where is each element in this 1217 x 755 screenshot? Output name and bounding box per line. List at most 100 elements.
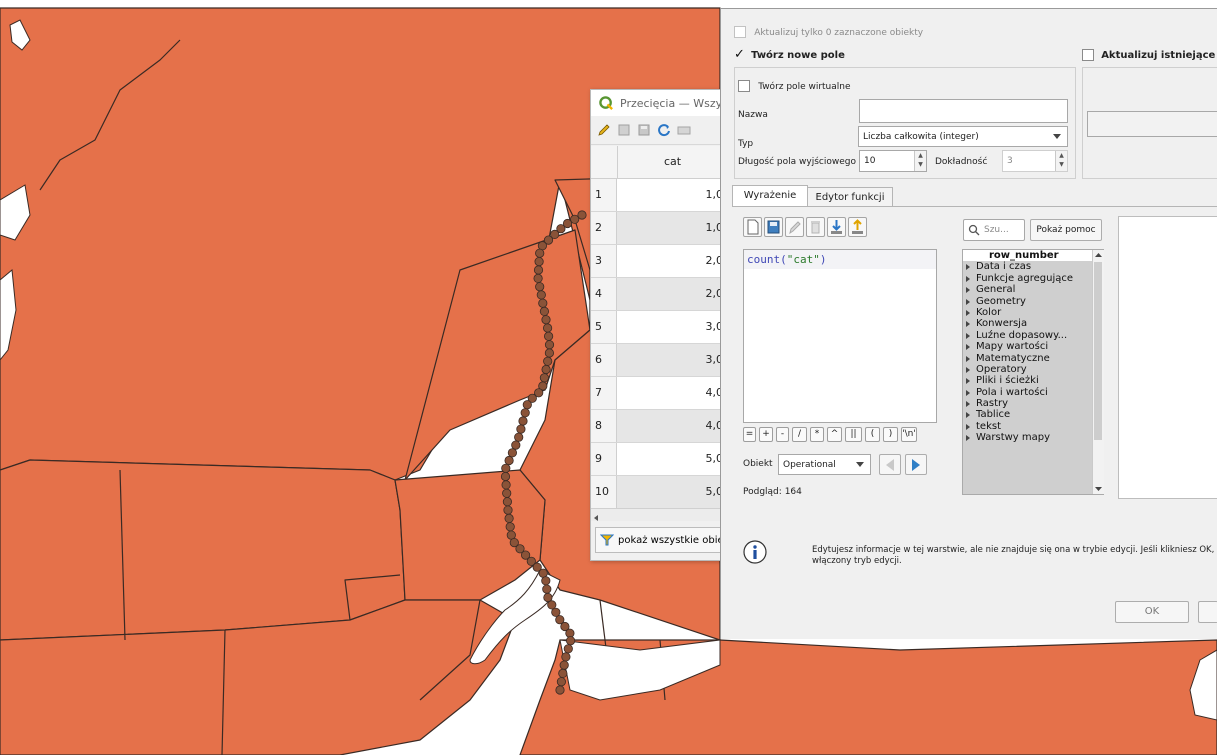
field-length-spinbox[interactable]: 10 ▲ ▼ (859, 150, 927, 172)
table-row[interactable]: 8 4,0 (591, 410, 727, 443)
function-group-item[interactable]: tekst (963, 421, 1103, 432)
cell-cat[interactable]: 4,0 (617, 410, 727, 442)
operator-button[interactable]: ( (865, 427, 880, 442)
edit-expression-button[interactable] (785, 217, 804, 237)
cell-cat[interactable]: 3,0 (617, 344, 727, 376)
attribute-table-window[interactable]: Przecięcia — Wszys cat 1 1,0 2 1,0 3 2,0 4 2,0 5… (590, 89, 728, 561)
save-icon[interactable] (637, 123, 651, 137)
checkmark-icon[interactable]: ✓ (734, 47, 745, 62)
table-corner[interactable] (591, 146, 618, 178)
function-group-item[interactable]: Warstwy mapy (963, 432, 1103, 443)
existing-field-select[interactable] (1087, 111, 1217, 137)
update-existing-row[interactable]: Aktualizuj istniejące pole (1082, 49, 1217, 61)
update-selected-row[interactable]: Aktualizuj tylko 0 zaznaczone obiekty (734, 26, 923, 38)
virtual-field-checkbox[interactable] (738, 80, 750, 92)
cancel-button[interactable] (1198, 601, 1217, 623)
next-feature-button[interactable] (905, 454, 927, 475)
operator-button[interactable]: ) (883, 427, 898, 442)
row-number[interactable]: 10 (591, 476, 617, 508)
expand-arrow-icon[interactable] (966, 412, 970, 419)
export-expression-button[interactable] (848, 217, 867, 237)
row-number[interactable]: 4 (591, 278, 617, 310)
table-row[interactable]: 5 3,0 (591, 311, 727, 344)
delete-expression-button[interactable] (806, 217, 825, 237)
multi-edit-icon[interactable] (617, 123, 631, 137)
operator-button[interactable]: = (743, 427, 756, 442)
operator-button[interactable]: * (810, 427, 824, 442)
table-row[interactable]: 4 2,0 (591, 278, 727, 311)
expression-text[interactable]: count("cat") (744, 250, 936, 269)
refresh-icon[interactable] (657, 123, 671, 137)
new-expression-button[interactable] (743, 217, 762, 237)
operator-button[interactable]: + (759, 427, 773, 442)
create-new-field-row[interactable]: ✓ Twórz nowe pole (734, 47, 845, 62)
update-existing-checkbox[interactable] (1082, 49, 1094, 61)
pencil-icon[interactable] (597, 123, 611, 137)
expand-arrow-icon[interactable] (966, 378, 970, 385)
table-row[interactable]: 1 1,0 (591, 179, 727, 212)
update-selected-checkbox[interactable] (734, 26, 746, 38)
expand-arrow-icon[interactable] (966, 423, 970, 430)
row-number[interactable]: 5 (591, 311, 617, 343)
function-group-item[interactable]: Funkcje agregujące (963, 273, 1103, 284)
table-row[interactable]: 7 4,0 (591, 377, 727, 410)
expand-arrow-icon[interactable] (966, 321, 970, 328)
function-group-item[interactable]: Geometry (963, 296, 1103, 307)
function-list[interactable]: row_number Data i czas Funkcje agregujące G… (962, 249, 1104, 495)
horizontal-scrollbar[interactable] (591, 508, 727, 521)
row-number[interactable]: 7 (591, 377, 617, 409)
operator-button[interactable]: || (845, 427, 862, 442)
save-expression-button[interactable] (764, 217, 783, 237)
function-group-item[interactable]: Mapy wartości (963, 341, 1103, 352)
expand-arrow-icon[interactable] (966, 275, 970, 282)
function-group-item[interactable]: Kolor (963, 307, 1103, 318)
expand-arrow-icon[interactable] (966, 435, 970, 442)
scroll-left-icon[interactable] (591, 512, 603, 524)
column-header-cat[interactable]: cat (618, 146, 727, 178)
table-row[interactable]: 10 5,0 (591, 476, 727, 509)
function-item-row-number[interactable]: row_number (963, 250, 1103, 262)
row-number[interactable]: 1 (591, 179, 617, 211)
previous-feature-button[interactable] (879, 454, 901, 475)
import-expression-button[interactable] (827, 217, 846, 237)
expand-arrow-icon[interactable] (966, 344, 970, 351)
table-row[interactable]: 9 5,0 (591, 443, 727, 476)
row-number[interactable]: 2 (591, 212, 617, 244)
show-all-features-button[interactable]: pokaż wszystkie obiekty (595, 527, 727, 553)
operator-button[interactable]: - (776, 427, 789, 442)
expand-arrow-icon[interactable] (966, 298, 970, 305)
expand-arrow-icon[interactable] (966, 366, 970, 373)
function-group-item[interactable]: Matematyczne (963, 353, 1103, 364)
table-row[interactable]: 2 1,0 (591, 212, 727, 245)
function-search-input[interactable]: Szu... (963, 219, 1025, 241)
cell-cat[interactable]: 5,0 (617, 476, 727, 508)
virtual-field-row[interactable]: Twórz pole wirtualne (738, 80, 851, 92)
feature-select[interactable]: Operational (778, 454, 871, 475)
function-group-item[interactable]: Pliki i ścieżki (963, 375, 1103, 386)
operator-button[interactable]: ^ (827, 427, 842, 442)
cell-cat[interactable]: 5,0 (617, 443, 727, 475)
field-type-select[interactable]: Liczba całkowita (integer) (858, 126, 1068, 147)
function-group-item[interactable]: Pola i wartości (963, 387, 1103, 398)
function-group-item[interactable]: Luźne dopasowy... (963, 330, 1103, 341)
function-list-scrollbar[interactable] (1092, 250, 1104, 494)
row-number[interactable]: 3 (591, 245, 617, 277)
function-group-item[interactable]: Operatory (963, 364, 1103, 375)
field-calculator-dialog[interactable]: Aktualizuj tylko 0 zaznaczone obiekty ✓ … (720, 8, 1217, 639)
cell-cat[interactable]: 2,0 (617, 245, 727, 277)
function-group-item[interactable]: Konwersja (963, 318, 1103, 329)
expand-arrow-icon[interactable] (966, 264, 970, 271)
expression-editor[interactable]: count("cat") (743, 249, 937, 423)
cell-cat[interactable]: 3,0 (617, 311, 727, 343)
table-row[interactable]: 6 3,0 (591, 344, 727, 377)
expand-arrow-icon[interactable] (966, 332, 970, 339)
function-group-item[interactable]: Data i czas (963, 261, 1103, 272)
field-name-input[interactable] (859, 99, 1068, 123)
expand-arrow-icon[interactable] (966, 287, 970, 294)
function-group-item[interactable]: General (963, 284, 1103, 295)
tab-expression[interactable]: Wyrażenie (732, 185, 808, 208)
row-number[interactable]: 9 (591, 443, 617, 475)
field-precision-spinbox[interactable]: 3 ▲ ▼ (1002, 150, 1068, 172)
row-number[interactable]: 6 (591, 344, 617, 376)
expand-arrow-icon[interactable] (966, 355, 970, 362)
